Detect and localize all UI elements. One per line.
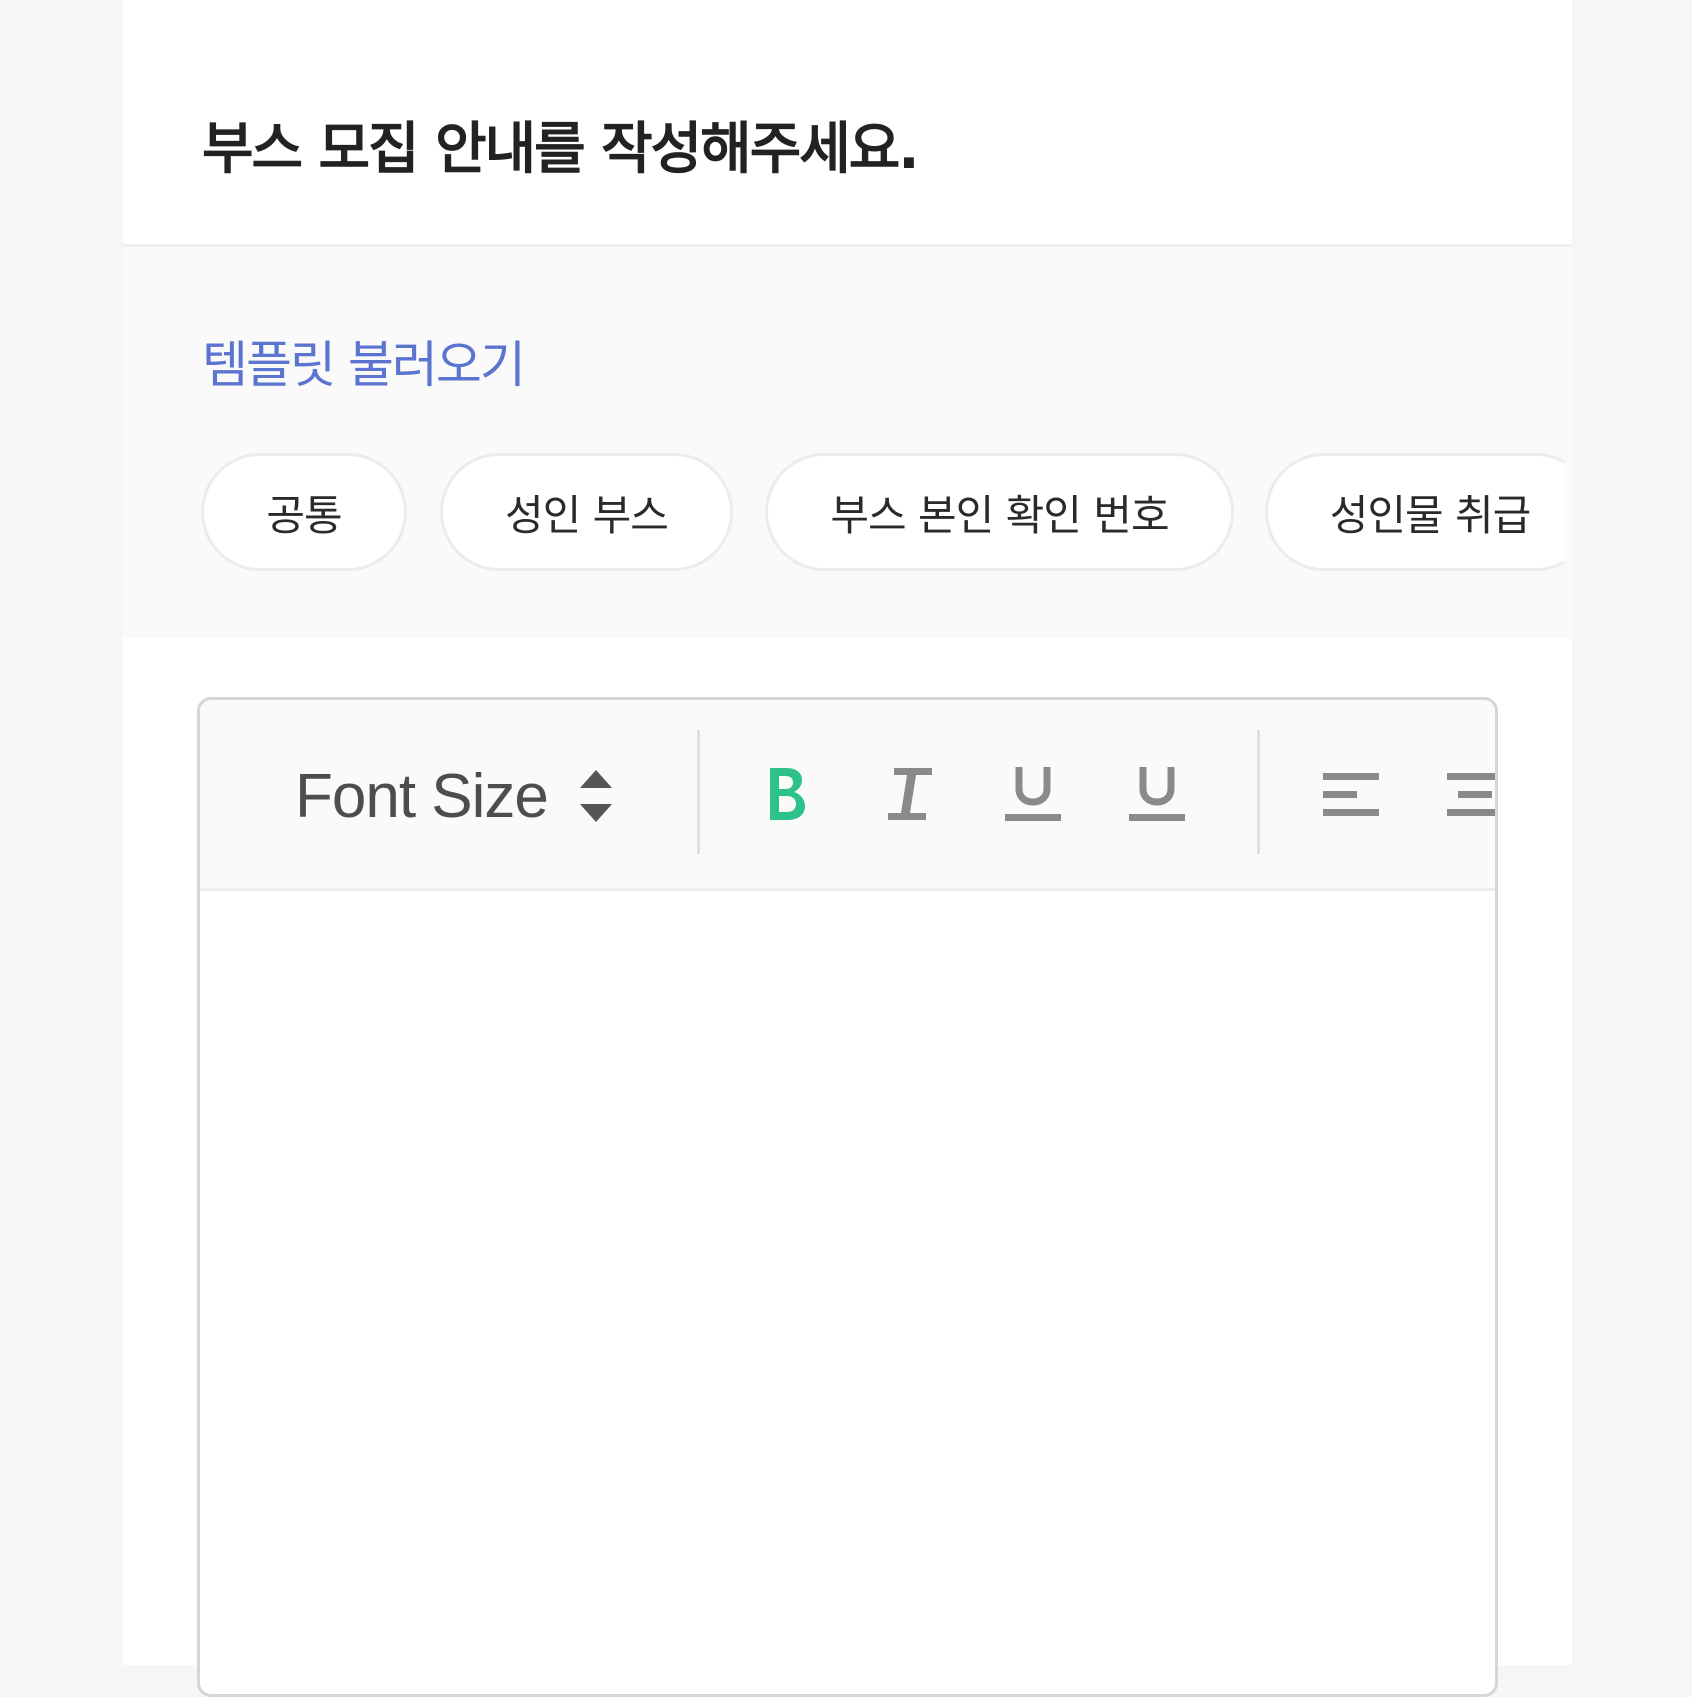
strikethrough-button[interactable]	[1125, 762, 1189, 826]
italic-button[interactable]	[878, 762, 942, 826]
rich-text-editor: Font Size	[197, 697, 1498, 1697]
editor-toolbar: Font Size	[200, 700, 1495, 891]
form-panel: 부스 모집 안내를 작성해주세요. 템플릿 불러오기 공통 성인 부스 부스 본…	[123, 0, 1572, 1697]
template-chip-adult-booth[interactable]: 성인 부스	[440, 453, 733, 571]
toolbar-divider	[1257, 730, 1260, 854]
align-left-icon	[1323, 773, 1379, 816]
italic-icon	[888, 768, 932, 820]
template-chip-booth-verification[interactable]: 부스 본인 확인 번호	[765, 453, 1234, 571]
template-chip-common[interactable]: 공통	[201, 453, 407, 571]
strikethrough-icon	[1129, 767, 1185, 821]
bold-icon	[770, 768, 805, 820]
align-left-button[interactable]	[1319, 762, 1383, 826]
align-center-button[interactable]	[1443, 762, 1495, 826]
align-center-icon	[1447, 773, 1495, 816]
template-chip-adult-material[interactable]: 성인물 취급	[1265, 453, 1564, 571]
template-chip-row: 공통 성인 부스 부스 본인 확인 번호 성인물 취급	[201, 453, 1564, 577]
font-size-label: Font Size	[295, 761, 549, 831]
template-section: 템플릿 불러오기 공통 성인 부스 부스 본인 확인 번호 성인물 취급	[123, 247, 1572, 638]
font-size-select[interactable]: Font Size	[295, 760, 614, 832]
toolbar-divider	[697, 730, 700, 854]
underline-button[interactable]	[1001, 762, 1065, 826]
page-header: 부스 모집 안내를 작성해주세요.	[123, 0, 1572, 247]
editor-content-area[interactable]	[200, 891, 1495, 1691]
bold-button[interactable]	[754, 762, 818, 826]
page-title: 부스 모집 안내를 작성해주세요.	[202, 117, 920, 182]
load-template-link[interactable]: 템플릿 불러오기	[202, 325, 526, 397]
underline-icon	[1005, 767, 1061, 821]
sort-arrows-icon	[579, 770, 612, 822]
